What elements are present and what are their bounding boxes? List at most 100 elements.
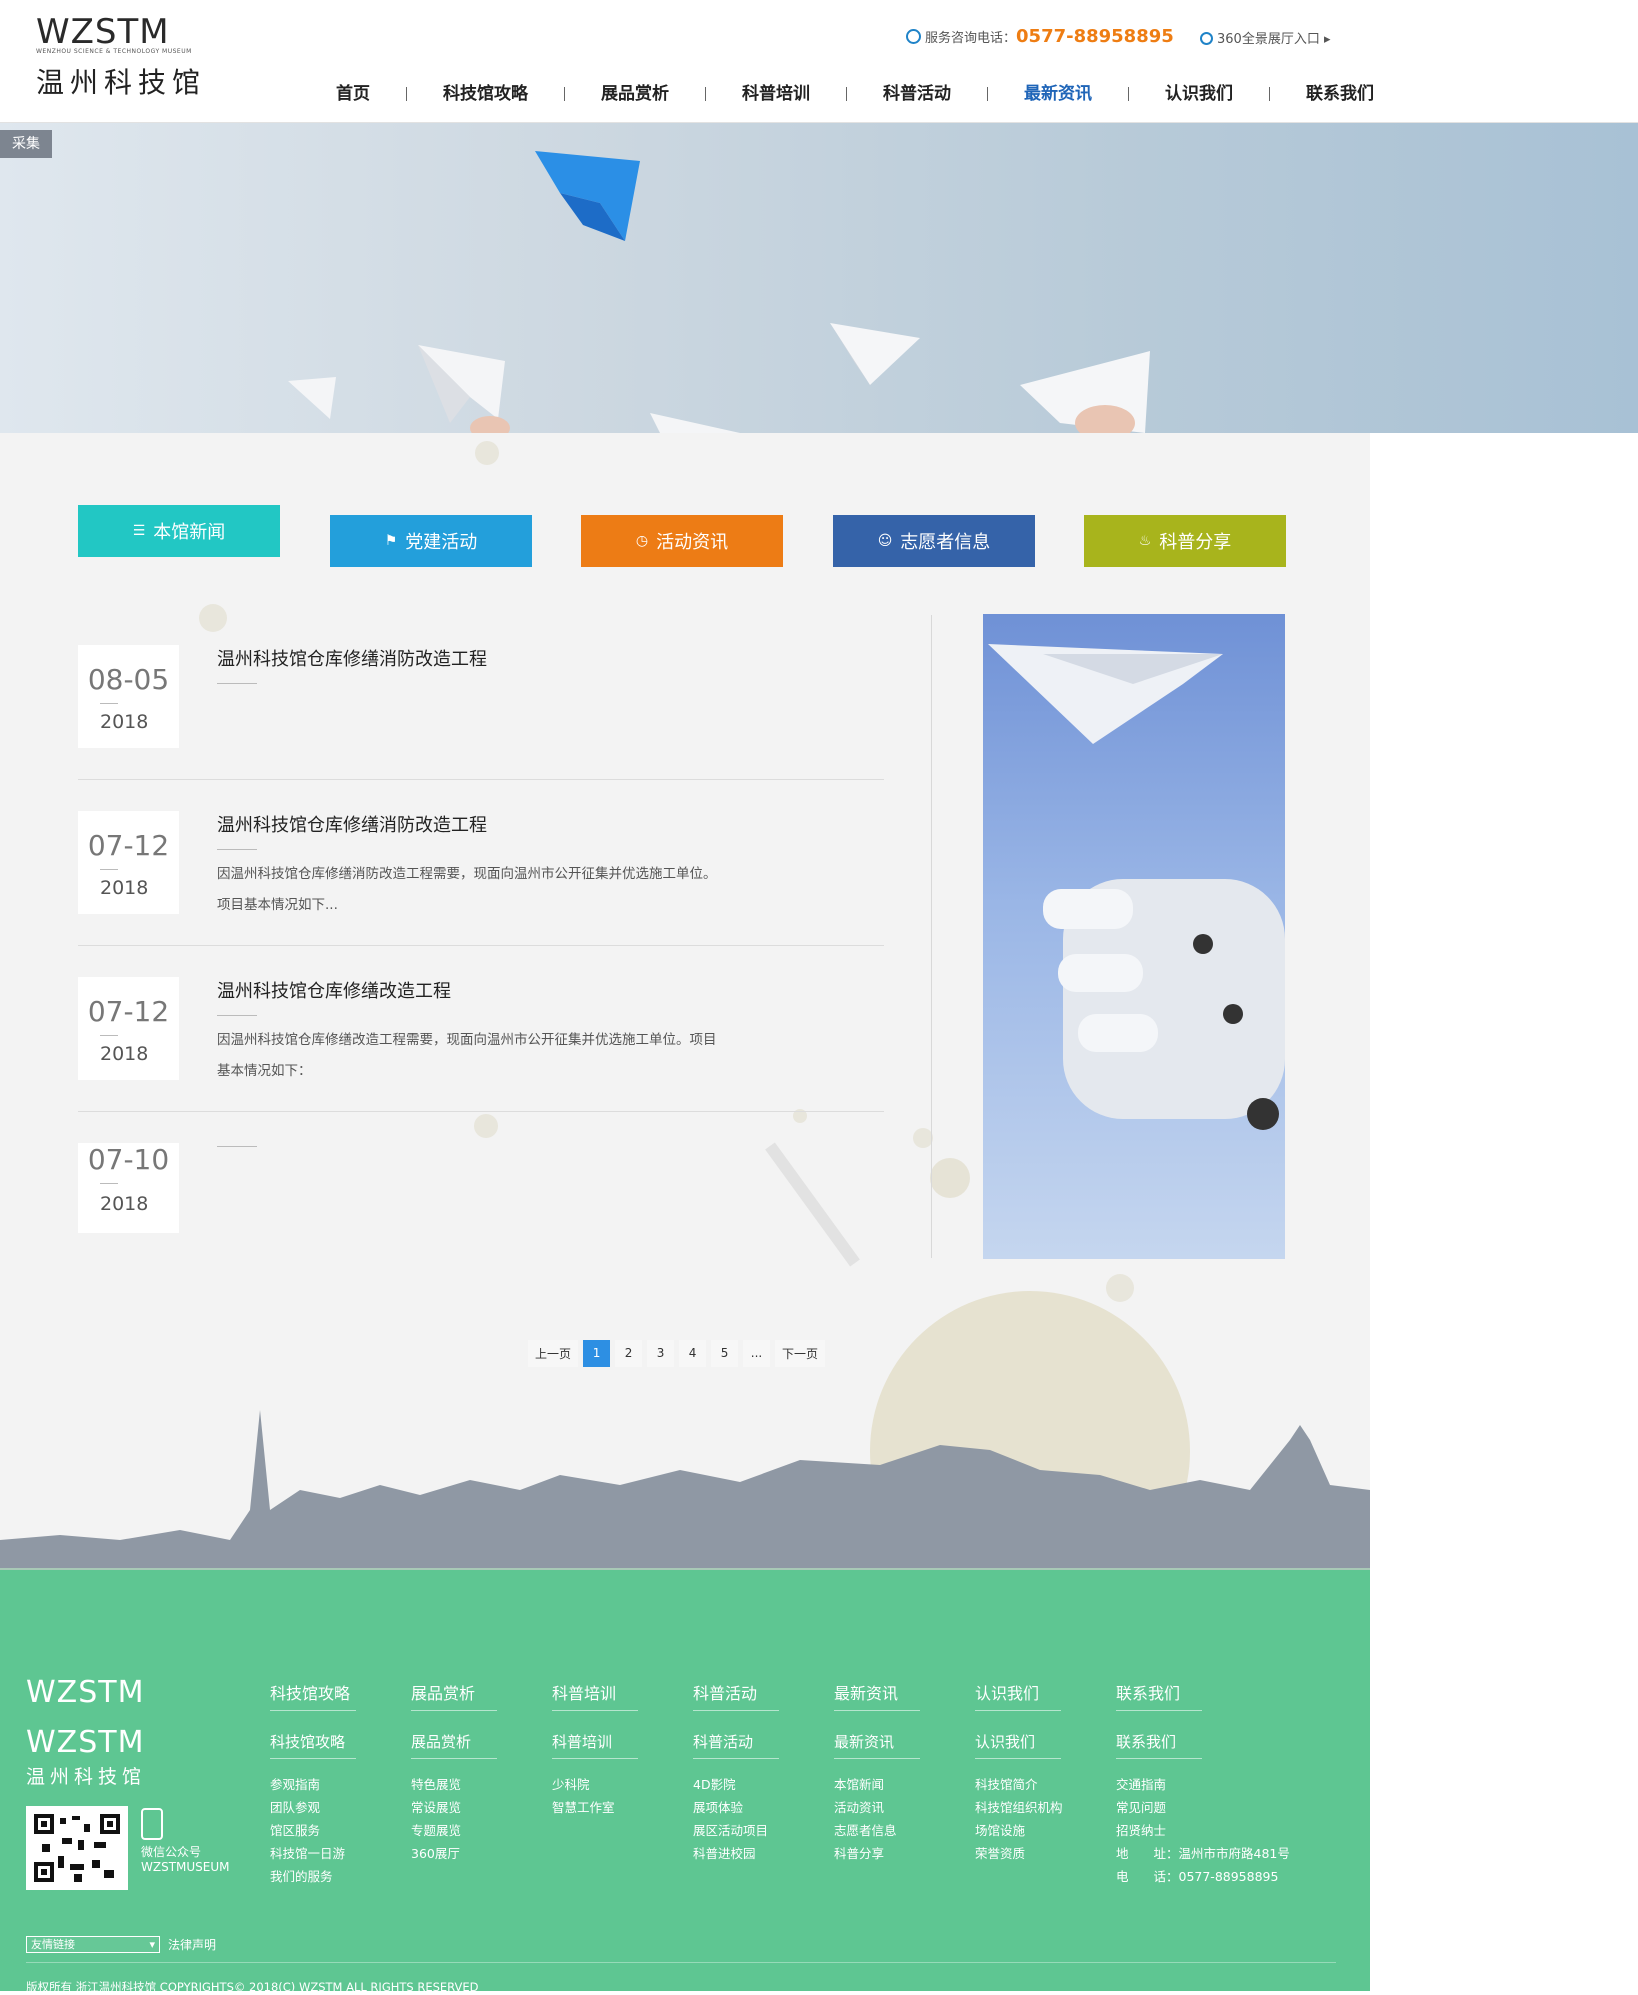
news-year: 2018 xyxy=(100,711,149,733)
footer-link[interactable]: 科普进校园 xyxy=(693,1842,803,1865)
copyright-text: 版权所有 浙江温州科技馆 COPYRIGHTS© 2018(C) WZSTM A… xyxy=(26,1980,479,1994)
nav-item[interactable]: 科普活动 xyxy=(847,86,988,103)
vr-entrance-label: 360全景展厅入口 xyxy=(1217,32,1320,47)
news-date: 08-05 xyxy=(87,663,170,696)
footer-link[interactable]: 特色展览 xyxy=(411,1773,521,1796)
footer-link[interactable]: 少科院 xyxy=(552,1773,662,1796)
main-nav: 首页 科技馆攻略 展品赏析 科普培训 科普活动 最新资讯 认识我们 联系我们 xyxy=(300,80,1374,108)
footer-link[interactable]: 荣誉资质 xyxy=(975,1842,1085,1865)
footer-column-heading[interactable]: 认识我们 xyxy=(975,1680,1085,1704)
page-button[interactable]: 5 xyxy=(711,1339,739,1367)
prev-page-button[interactable]: 上一页 xyxy=(528,1339,579,1367)
footer-column-heading[interactable]: 科普培训 xyxy=(552,1680,662,1704)
news-title[interactable]: 温州科技馆仓库修缮消防改造工程 xyxy=(217,811,487,837)
news-item[interactable]: 07-12 2018 温州科技馆仓库修缮改造工程 因温州科技馆仓库修缮改造工程需… xyxy=(78,947,884,1112)
footer-column-subheading[interactable]: 科普活动 xyxy=(693,1731,803,1752)
friend-links-select[interactable]: 友情链接 ▾ xyxy=(26,1936,160,1953)
footer-link[interactable]: 科技馆一日游 xyxy=(270,1842,380,1865)
footer-link[interactable]: 场馆设施 xyxy=(975,1819,1085,1842)
robot-hand-image xyxy=(983,614,1285,1259)
footer-column-subheading[interactable]: 联系我们 xyxy=(1116,1731,1226,1752)
footer-column-subheading[interactable]: 科普培训 xyxy=(552,1731,662,1752)
footer-link[interactable]: 招贤纳士 xyxy=(1116,1819,1226,1842)
news-item[interactable]: 07-12 2018 温州科技馆仓库修缮消防改造工程 因温州科技馆仓库修缮消防改… xyxy=(78,781,884,946)
footer-column: 最新资讯 最新资讯 本馆新闻 活动资讯 志愿者信息 科普分享 xyxy=(834,1680,944,1865)
tab-volunteer-info[interactable]: ☺ 志愿者信息 xyxy=(833,515,1035,567)
next-page-button[interactable]: 下一页 xyxy=(775,1339,826,1367)
nav-item[interactable]: 最新资讯 xyxy=(988,86,1129,103)
footer-column-heading[interactable]: 展品赏析 xyxy=(411,1680,521,1704)
footer-column-subheading[interactable]: 展品赏析 xyxy=(411,1731,521,1752)
tab-activity-news[interactable]: ◷ 活动资讯 xyxy=(581,515,783,567)
nav-item[interactable]: 科普培训 xyxy=(706,86,847,103)
footer-column-heading[interactable]: 科普活动 xyxy=(693,1680,803,1704)
page-button[interactable]: 4 xyxy=(679,1339,707,1367)
footer-link[interactable]: 展区活动项目 xyxy=(693,1819,803,1842)
tab-party-activities[interactable]: ⚑ 党建活动 xyxy=(330,515,532,567)
footer-link[interactable]: 常设展览 xyxy=(411,1796,521,1819)
site-logo[interactable]: WZSTM WENZHOU SCIENCE & TECHNOLOGY MUSEU… xyxy=(36,14,226,100)
footer-link[interactable]: 展项体验 xyxy=(693,1796,803,1819)
news-title[interactable]: 温州科技馆仓库修缮消防改造工程 xyxy=(217,645,487,671)
content-divider xyxy=(931,615,932,1258)
page-button[interactable]: 2 xyxy=(615,1339,643,1367)
footer-column-subheading[interactable]: 认识我们 xyxy=(975,1731,1085,1752)
nav-item[interactable]: 展品赏析 xyxy=(565,86,706,103)
news-item[interactable]: 07-10 2018 xyxy=(78,1113,884,1233)
footer-link[interactable]: 馆区服务 xyxy=(270,1819,380,1842)
footer-logo-chinese: 温州科技馆 xyxy=(26,1766,147,1788)
tab-label: 本馆新闻 xyxy=(153,522,226,543)
footer-link[interactable]: 专题展览 xyxy=(411,1819,521,1842)
legal-notice-link[interactable]: 法律声明 xyxy=(168,1936,216,1953)
nav-item[interactable]: 科技馆攻略 xyxy=(407,86,565,103)
nav-item[interactable]: 联系我们 xyxy=(1270,86,1410,103)
logo-mark: WZSTM xyxy=(36,12,170,52)
footer-column-heading[interactable]: 科技馆攻略 xyxy=(270,1680,380,1704)
footer-link[interactable]: 本馆新闻 xyxy=(834,1773,944,1796)
hotline-label: 服务咨询电话： xyxy=(925,31,1017,46)
footer-link[interactable]: 参观指南 xyxy=(270,1773,380,1796)
footer-link[interactable]: 4D影院 xyxy=(693,1773,803,1796)
footer-link[interactable]: 智慧工作室 xyxy=(552,1796,662,1819)
wechat-id: WZSTMUSEUM xyxy=(141,1860,230,1874)
footer-link[interactable]: 科技馆组织机构 xyxy=(975,1796,1085,1819)
news-item[interactable]: 08-05 2018 温州科技馆仓库修缮消防改造工程 xyxy=(78,615,884,780)
news-title[interactable]: 温州科技馆仓库修缮改造工程 xyxy=(217,977,451,1003)
footer-link[interactable]: 电 话：0577-88958895 xyxy=(1116,1865,1278,1888)
footer-column: 科技馆攻略 科技馆攻略 参观指南 团队参观 馆区服务 科技馆一日游 我们的服务 xyxy=(270,1680,380,1888)
footer-link[interactable]: 团队参观 xyxy=(270,1796,380,1819)
footer-link[interactable]: 地 址：温州市市府路481号 xyxy=(1116,1842,1290,1865)
footer-link[interactable]: 常见问题 xyxy=(1116,1796,1226,1819)
footer-column-subheading[interactable]: 最新资讯 xyxy=(834,1731,944,1752)
footer-link[interactable]: 活动资讯 xyxy=(834,1796,944,1819)
footer-column-heading[interactable]: 联系我们 xyxy=(1116,1680,1226,1704)
tab-science-sharing[interactable]: ♨ 科普分享 xyxy=(1084,515,1286,567)
footer-link[interactable]: 志愿者信息 xyxy=(834,1819,944,1842)
footer-column-heading[interactable]: 最新资讯 xyxy=(834,1680,944,1704)
footer-column: 认识我们 认识我们 科技馆简介 科技馆组织机构 场馆设施 荣誉资质 xyxy=(975,1680,1085,1865)
footer-link[interactable]: 科技馆简介 xyxy=(975,1773,1085,1796)
tab-label: 科普分享 xyxy=(1159,532,1232,553)
tab-hall-news[interactable]: ☰ 本馆新闻 xyxy=(78,505,280,557)
wechat-label: 微信公众号 xyxy=(141,1845,202,1859)
vr-entrance-link[interactable]: 360全景展厅入口 ▸ xyxy=(1200,28,1331,47)
page-button[interactable]: ... xyxy=(743,1339,771,1367)
page-button[interactable]: 1 xyxy=(583,1339,611,1367)
nav-item[interactable]: 认识我们 xyxy=(1129,86,1270,103)
news-year: 2018 xyxy=(100,1043,149,1065)
logo-subtitle: WENZHOU SCIENCE & TECHNOLOGY xyxy=(36,48,160,55)
collect-tag[interactable]: 采集 xyxy=(0,130,52,158)
footer-column-subheading[interactable]: 科技馆攻略 xyxy=(270,1731,380,1752)
news-year: 2018 xyxy=(100,1193,149,1215)
clock-icon: ◷ xyxy=(635,533,649,549)
footer-logo[interactable]: WZSTM xyxy=(26,1678,144,1708)
footer-link[interactable]: 我们的服务 xyxy=(270,1865,380,1888)
nav-item[interactable]: 首页 xyxy=(300,86,407,103)
page-button[interactable]: 3 xyxy=(647,1339,675,1367)
date-box: 07-10 2018 xyxy=(78,1143,179,1233)
date-box: 07-12 2018 xyxy=(78,811,179,914)
footer-link[interactable]: 交通指南 xyxy=(1116,1773,1226,1796)
footer-link[interactable]: 科普分享 xyxy=(834,1842,944,1865)
news-date: 07-10 xyxy=(87,1143,170,1176)
footer-link[interactable]: 360展厅 xyxy=(411,1842,521,1865)
